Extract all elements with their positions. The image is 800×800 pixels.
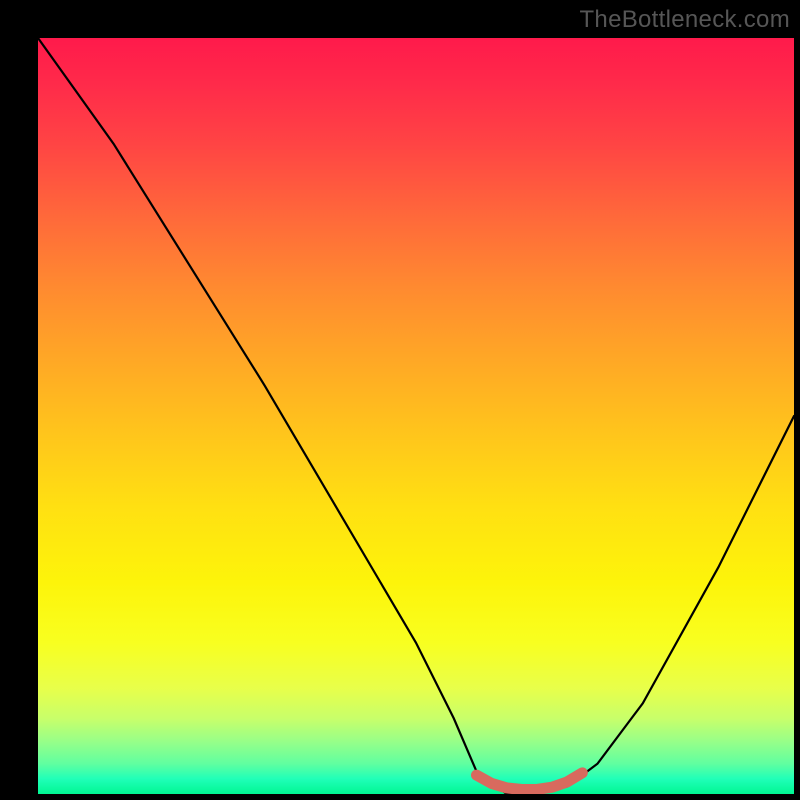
optimal-range-highlight <box>476 773 582 790</box>
bottleneck-curve-line <box>38 38 794 794</box>
watermark-text: TheBottleneck.com <box>579 6 790 34</box>
chart-svg <box>38 38 794 794</box>
chart-container: TheBottleneck.com <box>0 0 800 800</box>
plot-area <box>38 38 794 794</box>
